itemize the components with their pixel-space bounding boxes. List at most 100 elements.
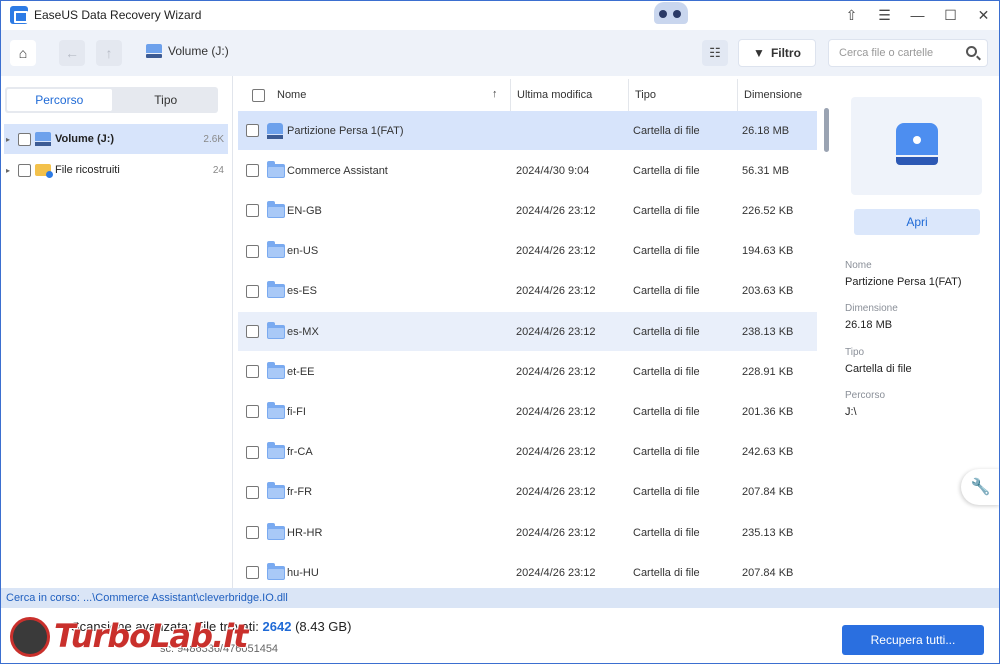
folder-lock-icon: [35, 164, 53, 178]
tree-item-label: File ricostruiti: [55, 164, 120, 176]
tab-tipo[interactable]: Tipo: [114, 87, 219, 113]
row-modified: 2024/4/26 23:12: [516, 486, 596, 499]
home-button[interactable]: ⌂: [10, 40, 36, 66]
window-title: EaseUS Data Recovery Wizard: [34, 8, 202, 22]
folder-icon: [267, 562, 285, 580]
folder-icon: [267, 321, 285, 339]
table-row[interactable]: fi-FI 2024/4/26 23:12 Cartella di file 201.…: [238, 392, 817, 431]
close-button[interactable]: ✕: [967, 0, 1000, 30]
expand-arrow-icon[interactable]: ▸: [6, 135, 16, 144]
found-count: 2642: [262, 619, 292, 634]
tree-item-file-ricostruiti[interactable]: ▸ File ricostruiti 24: [4, 155, 228, 185]
row-checkbox[interactable]: [246, 526, 259, 539]
row-modified: 2024/4/26 23:12: [516, 566, 596, 579]
row-checkbox[interactable]: [246, 244, 259, 258]
partition-preview-dot: [913, 136, 921, 144]
header-name-label: Nome: [277, 89, 307, 101]
row-modified: 2024/4/26 23:12: [516, 245, 596, 258]
search-icon[interactable]: [966, 46, 977, 57]
row-name: fi-FI: [287, 405, 306, 418]
toolbar: ⌂ ← ↑ Volume (J:) ☷ ▼ Filtro: [0, 30, 1000, 76]
sort-arrow-icon[interactable]: ↑: [492, 88, 498, 100]
row-type: Cartella di file: [633, 325, 700, 338]
table-row[interactable]: et-EE 2024/4/26 23:12 Cartella di file 228.…: [238, 352, 817, 391]
table-row[interactable]: hu-HU 2024/4/26 23:12 Cartella di file 207.…: [238, 553, 817, 592]
minimize-button[interactable]: —: [901, 0, 934, 30]
found-size: (8.43 GB): [295, 619, 352, 634]
row-name: HR-HR: [287, 526, 323, 539]
watermark-text: TurboLab.it: [54, 617, 248, 655]
header-type[interactable]: Tipo: [628, 79, 737, 111]
row-checkbox[interactable]: [246, 445, 259, 459]
row-checkbox[interactable]: [246, 325, 259, 338]
row-size: 235.13 KB: [742, 526, 794, 539]
row-size: 226.52 KB: [742, 204, 794, 217]
expand-arrow-icon[interactable]: ▸: [6, 166, 16, 175]
scan-status: Cerca in corso: ...\Commerce Assistant\c…: [0, 588, 1000, 608]
row-checkbox[interactable]: [246, 284, 259, 298]
breadcrumb[interactable]: Volume (J:): [146, 44, 229, 58]
row-name: hu-HU: [287, 566, 319, 579]
row-checkbox[interactable]: [246, 405, 259, 419]
row-size: 56.31 MB: [742, 164, 790, 177]
table-row[interactable]: fr-CA 2024/4/26 23:12 Cartella di file 242.…: [238, 433, 817, 472]
mascot-icon[interactable]: [654, 2, 688, 24]
partition-preview-icon: [896, 123, 938, 165]
list-view-button[interactable]: ☷: [702, 40, 728, 66]
row-type: Cartella di file: [633, 365, 700, 378]
row-type: Cartella di file: [633, 405, 700, 418]
filter-button[interactable]: ▼ Filtro: [738, 39, 816, 67]
prop-type-label: Tipo: [845, 347, 865, 358]
table-row[interactable]: es-ES 2024/4/26 23:12 Cartella di file 203.…: [238, 272, 817, 311]
row-checkbox[interactable]: [246, 204, 259, 218]
table-row[interactable]: Partizione Persa 1(FAT) Cartella di file 2…: [238, 111, 817, 150]
list-scrollbar[interactable]: [824, 108, 829, 152]
tree-checkbox[interactable]: [18, 132, 31, 146]
search-input[interactable]: [839, 47, 959, 59]
row-type: Cartella di file: [633, 566, 700, 579]
up-button[interactable]: ↑: [96, 40, 122, 66]
row-checkbox[interactable]: [246, 365, 259, 379]
back-button[interactable]: ←: [59, 40, 85, 66]
row-checkbox[interactable]: [246, 485, 259, 499]
menu-icon[interactable]: ☰: [868, 0, 901, 30]
folder-icon: [267, 281, 285, 299]
title-bar: EaseUS Data Recovery Wizard ⇧ ☰ — ☐ ✕: [0, 0, 1000, 30]
header-name[interactable]: Nome: [246, 79, 508, 111]
maximize-button[interactable]: ☐: [934, 0, 967, 30]
row-size: 203.63 KB: [742, 285, 794, 298]
row-name: Commerce Assistant: [287, 164, 388, 177]
table-row[interactable]: es-MX 2024/4/26 23:12 Cartella di file 238.…: [238, 312, 817, 351]
table-row[interactable]: Commerce Assistant 2024/4/30 9:04 Cartella…: [238, 151, 817, 190]
header-modified[interactable]: Ultima modifica: [510, 79, 628, 111]
open-button[interactable]: Apri: [854, 209, 980, 235]
folder-icon: [267, 442, 285, 460]
row-name: es-MX: [287, 325, 319, 338]
row-checkbox[interactable]: [246, 566, 259, 580]
row-checkbox[interactable]: [246, 124, 259, 137]
tree-item-volume[interactable]: ▸ Volume (J:) 2.6K: [4, 124, 228, 154]
repair-tool-icon[interactable]: 🔧: [961, 469, 1000, 505]
up-arrow-icon: ↑: [105, 45, 113, 61]
search-box[interactable]: [828, 39, 988, 67]
file-list: Nome ↑ Ultima modifica Tipo Dimensione P…: [234, 76, 832, 588]
row-name: Partizione Persa 1(FAT): [287, 124, 404, 137]
tab-percorso[interactable]: Percorso: [7, 89, 112, 111]
row-modified: 2024/4/30 9:04: [516, 164, 590, 177]
upgrade-icon[interactable]: ⇧: [835, 0, 868, 30]
prop-size-label: Dimensione: [845, 303, 898, 314]
row-modified: 2024/4/26 23:12: [516, 405, 596, 418]
prop-size-value: 26.18 MB: [845, 319, 893, 331]
tree-checkbox[interactable]: [18, 163, 31, 177]
recover-all-button[interactable]: Recupera tutti...: [842, 625, 984, 655]
folder-icon: [267, 522, 285, 540]
header-size[interactable]: Dimensione: [737, 79, 832, 111]
table-row[interactable]: HR-HR 2024/4/26 23:12 Cartella di file 235.…: [238, 513, 817, 552]
drive-icon: [146, 44, 162, 58]
row-modified: 2024/4/26 23:12: [516, 285, 596, 298]
table-row[interactable]: EN-GB 2024/4/26 23:12 Cartella di file 226.…: [238, 191, 817, 230]
select-all-checkbox[interactable]: [252, 88, 265, 102]
table-row[interactable]: fr-FR 2024/4/26 23:12 Cartella di file 207.…: [238, 473, 817, 512]
row-checkbox[interactable]: [246, 164, 259, 178]
table-row[interactable]: en-US 2024/4/26 23:12 Cartella di file 194.…: [238, 232, 817, 271]
